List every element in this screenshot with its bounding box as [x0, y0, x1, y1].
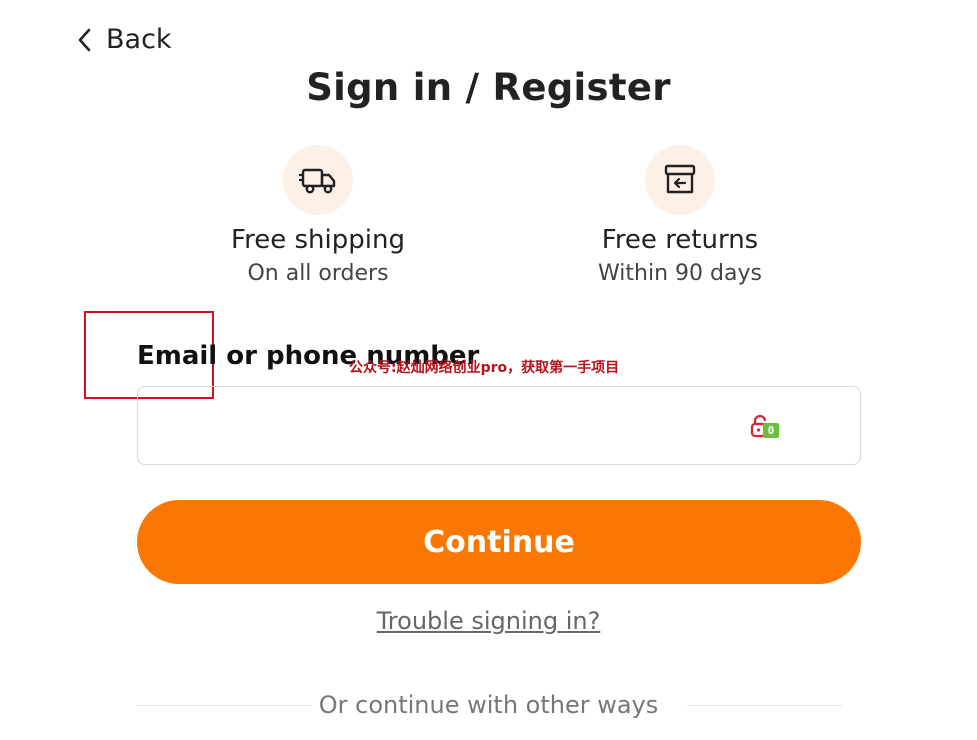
watermark-text: 公众号:赵灿网络创业pro，获取第一手项目: [349, 360, 620, 376]
truck-icon: [283, 145, 353, 215]
password-count-badge: 0: [763, 423, 779, 438]
benefit-title: Free returns: [601, 225, 759, 255]
email-phone-field-container[interactable]: 0: [137, 386, 861, 465]
page-title: Sign in / Register: [306, 66, 671, 109]
benefit-free-shipping: Free shipping On all orders: [188, 145, 448, 286]
back-button[interactable]: Back: [74, 24, 172, 55]
back-label: Back: [106, 24, 172, 55]
divider-right: [687, 705, 842, 706]
benefit-subtitle: On all orders: [247, 261, 389, 286]
continue-button[interactable]: Continue: [137, 500, 861, 584]
password-manager-icon[interactable]: 0: [750, 413, 784, 443]
trouble-signing-in-link[interactable]: Trouble signing in?: [0, 607, 977, 635]
benefit-title: Free shipping: [231, 225, 405, 255]
benefit-subtitle: Within 90 days: [598, 261, 762, 286]
chevron-left-icon: [78, 28, 91, 51]
benefit-free-returns: Free returns Within 90 days: [550, 145, 810, 286]
return-box-icon: [645, 145, 715, 215]
